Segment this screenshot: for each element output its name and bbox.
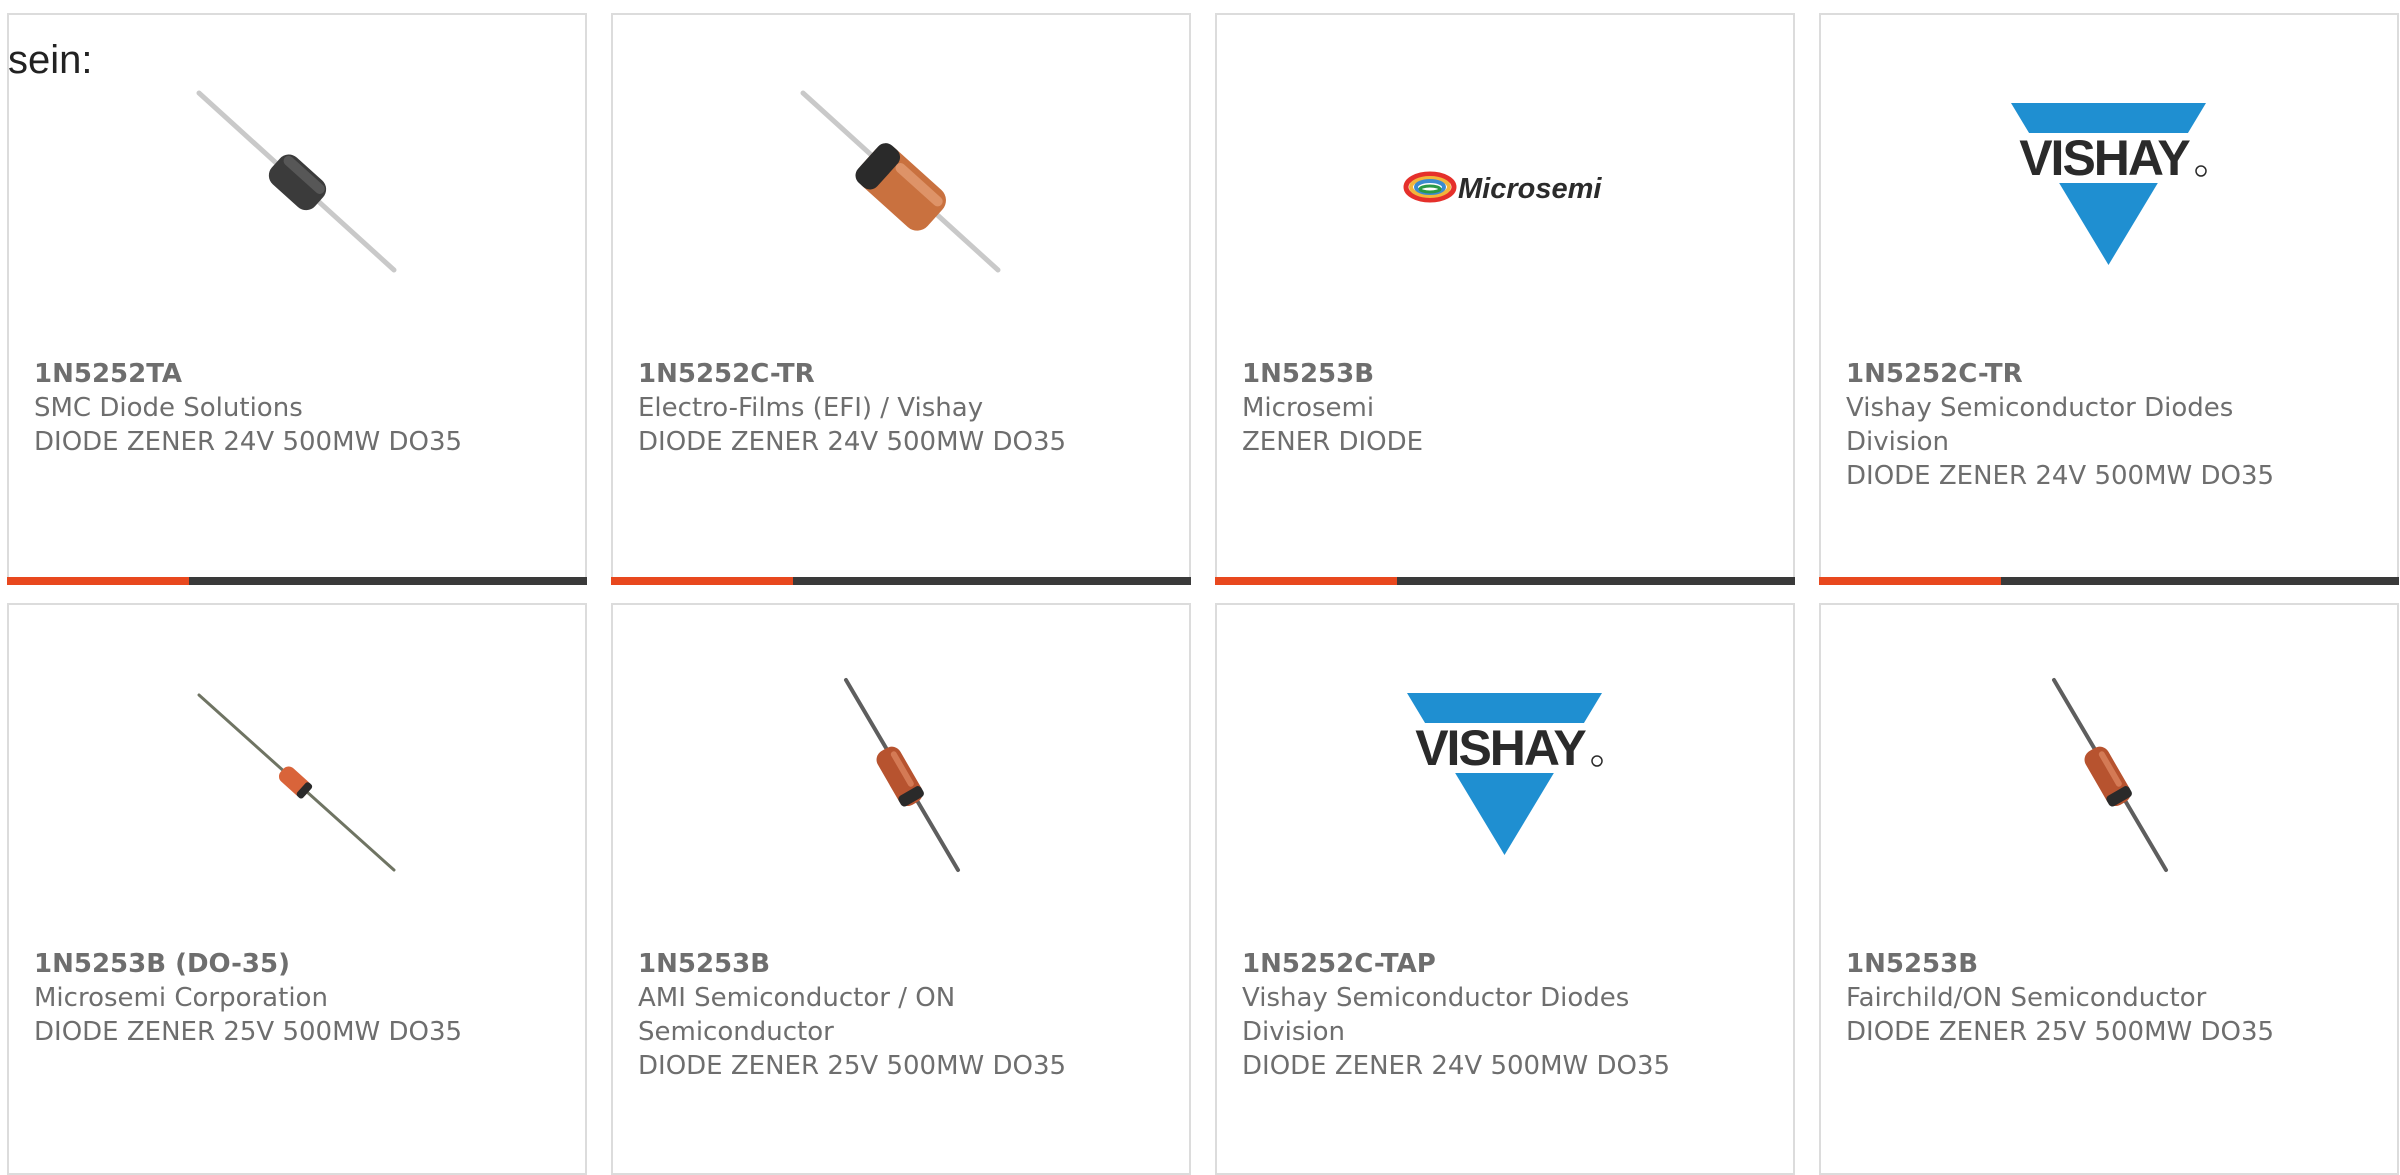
product-card[interactable]: 1N5253B (DO-35) Microsemi Corporation DI… [7,603,587,1175]
description: DIODE ZENER 25V 500MW DO35 [638,1051,1067,1081]
manufacturer: AMI Semiconductor / ON Semiconductor [638,983,956,1047]
vishay-logo: VISHAY [2006,85,2211,290]
part-number[interactable]: 1N5252C-TR [1846,357,2366,391]
microsemi-logo-text: Microsemi [1458,173,1602,205]
product-card[interactable]: 1N5252TA SMC Diode Solutions DIODE ZENER… [7,13,587,585]
vishay-logo-text: VISHAY [2019,130,2190,186]
description: DIODE ZENER 25V 500MW DO35 [34,1017,463,1047]
microsemi-logo: Microsemi [1402,85,1607,290]
manufacturer: Microsemi Corporation [34,983,328,1013]
part-number[interactable]: 1N5253B [638,947,1158,981]
card-footer-bar [1215,577,1795,585]
description: DIODE ZENER 24V 500MW DO35 [1242,1051,1671,1081]
diode-red-glass-icon [2006,675,2211,880]
description: DIODE ZENER 24V 500MW DO35 [638,427,1067,457]
manufacturer: Vishay Semiconductor Diodes Division [1242,983,1630,1047]
product-card[interactable]: 1N5253B Fairchild/ON Semiconductor DIODE… [1819,603,2399,1175]
diode-small-red-icon [194,675,399,880]
part-number[interactable]: 1N5253B (DO-35) [34,947,554,981]
manufacturer: Electro-Films (EFI) / Vishay [638,393,984,423]
product-card[interactable]: VISHAY 1N5252C-TAP Vishay Semiconductor … [1215,603,1795,1175]
part-number[interactable]: 1N5253B [1846,947,2366,981]
vishay-logo-text: VISHAY [1415,720,1586,776]
manufacturer: SMC Diode Solutions [34,393,303,423]
vishay-logo: VISHAY [1402,675,1607,880]
diode-orange-glass-icon [798,85,1003,290]
product-card[interactable]: 1N5252C-TR Electro-Films (EFI) / Vishay … [611,13,1191,585]
product-grid: 1N5252TA SMC Diode Solutions DIODE ZENER… [7,13,2400,1175]
manufacturer: Vishay Semiconductor Diodes Division [1846,393,2234,457]
description: DIODE ZENER 24V 500MW DO35 [1846,461,2275,491]
card-footer-bar [1819,577,2399,585]
manufacturer: Fairchild/ON Semiconductor [1846,983,2207,1013]
part-number[interactable]: 1N5252C-TAP [1242,947,1762,981]
product-card[interactable]: Microsemi 1N5253B Microsemi ZENER DIODE [1215,13,1795,585]
part-number[interactable]: 1N5253B [1242,357,1762,391]
product-card[interactable]: 1N5253B AMI Semiconductor / ON Semicondu… [611,603,1191,1175]
intro-text: sein: [8,38,93,82]
part-number[interactable]: 1N5252C-TR [638,357,1158,391]
card-footer-bar [7,577,587,585]
description: DIODE ZENER 25V 500MW DO35 [1846,1017,2275,1047]
part-number[interactable]: 1N5252TA [34,357,554,391]
diode-black-band-icon [194,85,399,290]
manufacturer: Microsemi [1242,393,1375,423]
description: ZENER DIODE [1242,427,1424,457]
description: DIODE ZENER 24V 500MW DO35 [34,427,463,457]
diode-red-glass-icon [798,675,1003,880]
product-card[interactable]: VISHAY 1N5252C-TR Vishay Semiconductor D… [1819,13,2399,585]
card-footer-bar [611,577,1191,585]
